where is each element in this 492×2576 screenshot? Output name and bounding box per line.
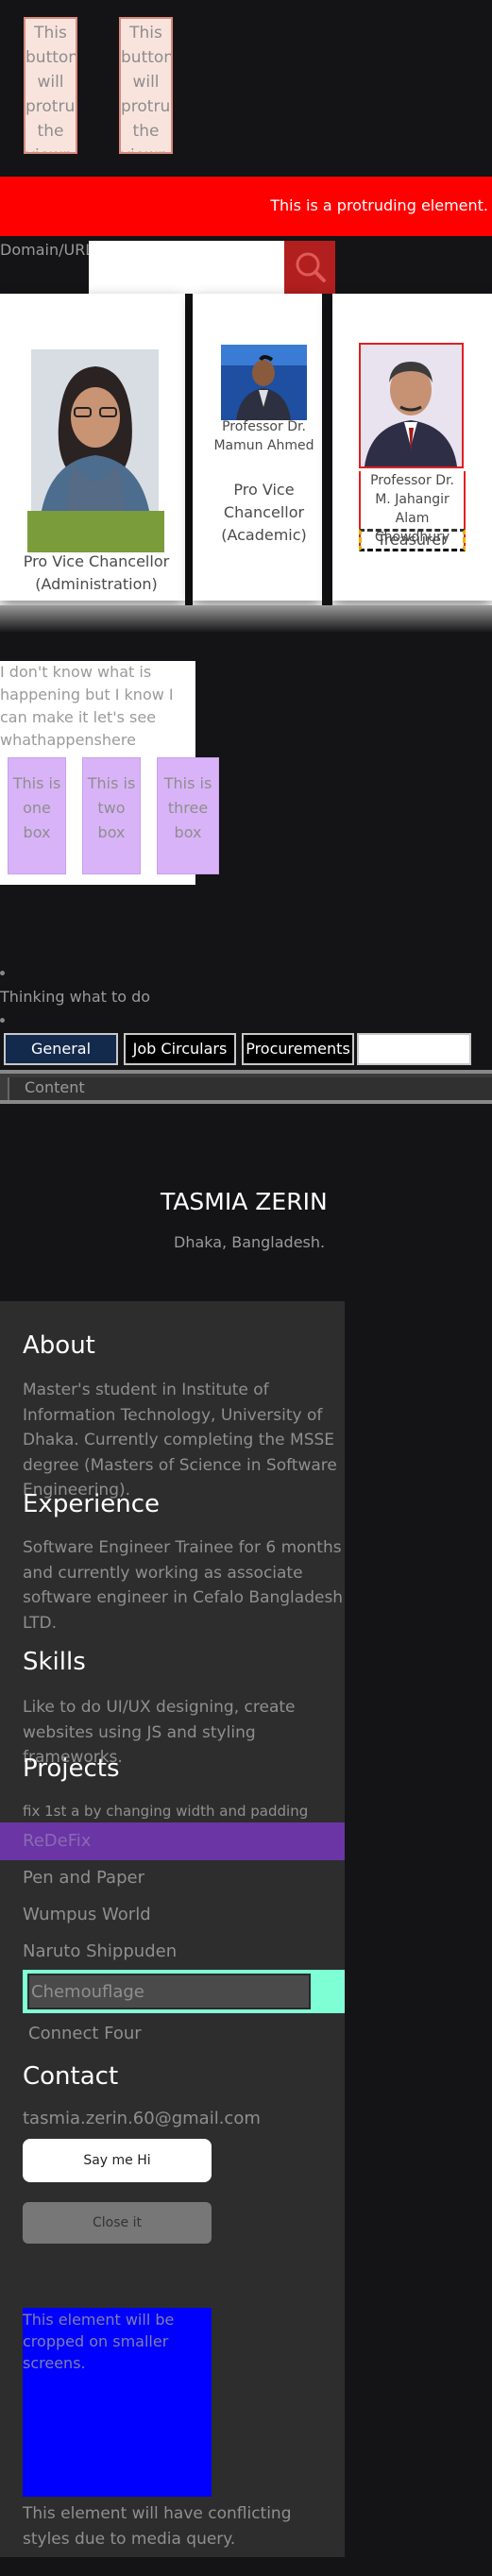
bullet-marker	[0, 1018, 5, 1023]
close-button[interactable]: Close it	[23, 2202, 212, 2244]
project-item-redefix[interactable]: ReDeFix	[23, 1831, 91, 1851]
leader-card-1: Pro Vice Chancellor (Administration)	[0, 294, 185, 601]
overflow-test-text: I don't know what is happening but I kno…	[0, 663, 174, 749]
leader-name: Professor Dr. Mamun Ahmed	[213, 419, 314, 453]
skills-heading: Skills	[23, 1648, 86, 1676]
content-panel: Content	[0, 1070, 492, 1104]
cropped-element: This element will be cropped on smaller …	[23, 2308, 212, 2497]
content-label: Content	[8, 1077, 492, 1100]
tab-job-circulars[interactable]: Job Circulars	[124, 1033, 236, 1065]
profile-name: TASMIA ZERIN	[161, 1188, 328, 1215]
protruding-element: This is a protruding element.	[0, 177, 492, 236]
project-item-naruto-shippuden[interactable]: Naruto Shippuden	[23, 1941, 177, 1961]
leader-photo	[359, 343, 464, 468]
leader-title: Treasurer	[359, 529, 466, 551]
protruding-button-1[interactable]: This button will protrude the viewport	[24, 17, 77, 154]
leader-photo	[221, 345, 307, 420]
experience-heading: Experience	[23, 1490, 160, 1518]
projects-note: fix 1st a by changing width and padding	[23, 1803, 309, 1820]
purple-box-3: This is three box	[157, 757, 219, 874]
project-item-wumpus-world[interactable]: Wumpus World	[23, 1905, 151, 1924]
projects-heading: Projects	[23, 1754, 120, 1783]
leader-name-highlight	[27, 511, 164, 552]
domain-url-input[interactable]	[89, 241, 284, 297]
tab-procurements[interactable]: Procurements	[242, 1033, 354, 1065]
say-hi-button[interactable]: Say me Hi	[23, 2139, 212, 2182]
purple-box-2: This is two box	[82, 757, 141, 874]
project-item-chemouflage-box[interactable]: Chemouflage	[27, 1974, 311, 2009]
leader-card-3: Professor Dr. M. Jahangir Alam Chowdhury…	[332, 294, 492, 601]
project-item-connect-four[interactable]: Connect Four	[28, 2024, 142, 2043]
protruding-button-2[interactable]: This button will protrude the viewport	[119, 17, 173, 154]
conflict-note: This element will have conflicting style…	[23, 2504, 292, 2549]
bullet-marker	[0, 971, 5, 975]
profile-location: Dhaka, Bangladesh.	[174, 1233, 326, 1251]
leader-card-2: Professor Dr. Mamun Ahmed Pro Vice Chanc…	[193, 294, 322, 601]
contact-email[interactable]: tasmia.zerin.60@gmail.com	[23, 2109, 261, 2128]
about-text: Master's student in Institute of Informa…	[23, 1381, 337, 1500]
project-item-chemouflage: Chemouflage	[31, 1982, 144, 2002]
project-item-pen-and-paper[interactable]: Pen and Paper	[23, 1868, 144, 1888]
search-button[interactable]	[284, 241, 335, 297]
thinking-text: Thinking what to do	[0, 988, 151, 1006]
contact-heading: Contact	[23, 2062, 119, 2091]
leader-title: Pro Vice Chancellor (Administration)	[23, 552, 170, 593]
section-divider	[0, 605, 492, 632]
tab-empty[interactable]	[357, 1033, 471, 1065]
tab-general-notice[interactable]: General Notice	[4, 1033, 118, 1086]
domain-label: Domain/URL:	[0, 241, 99, 259]
purple-box-1: This is one box	[8, 757, 66, 874]
experience-text: Software Engineer Trainee for 6 months a…	[23, 1538, 344, 1633]
leader-photo	[31, 349, 159, 516]
leader-title: Pro Vice Chancellor (Academic)	[221, 481, 307, 544]
about-heading: About	[23, 1331, 95, 1360]
